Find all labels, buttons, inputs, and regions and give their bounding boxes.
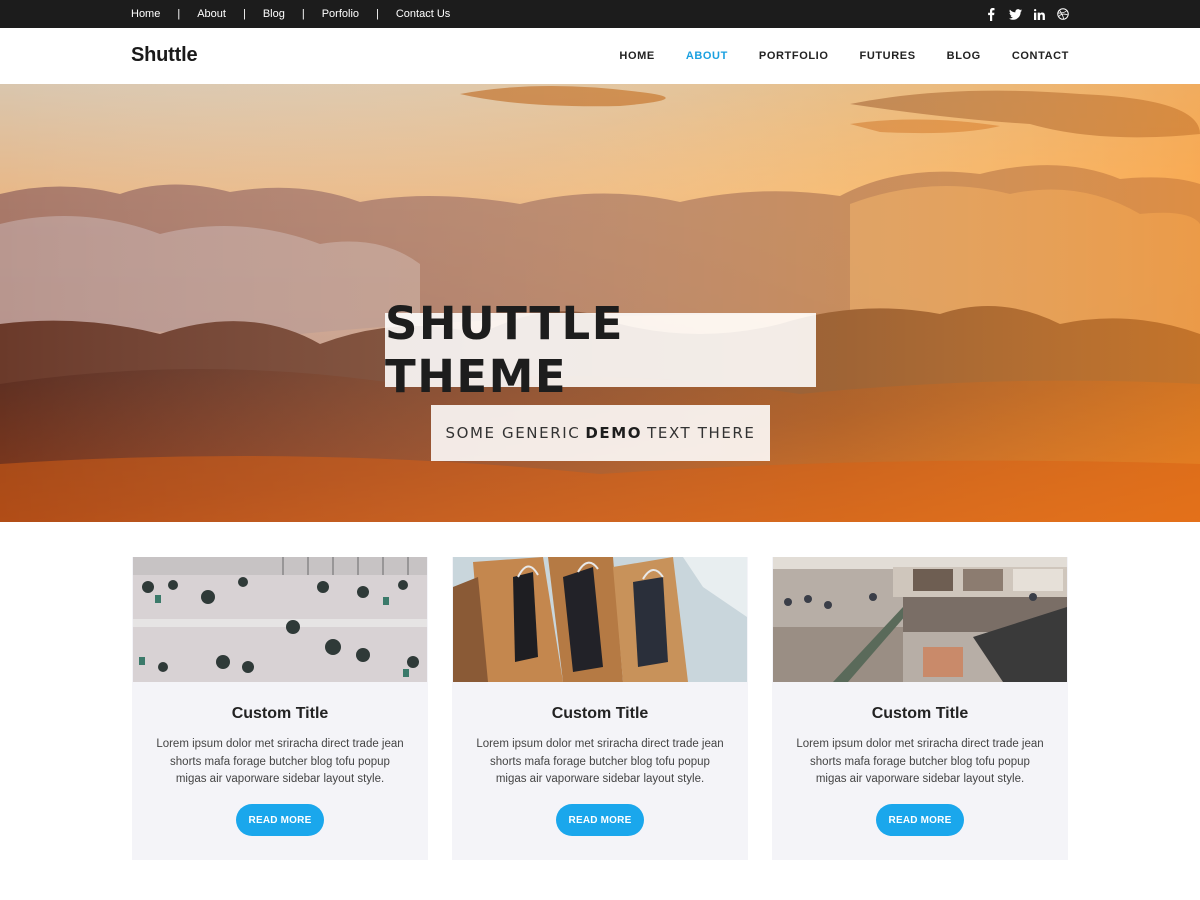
- top-links: Home | About | Blog | Porfolio | Contact…: [131, 0, 450, 28]
- top-bar: Home | About | Blog | Porfolio | Contact…: [0, 0, 1200, 28]
- hero-subtitle-after: TEXT THERE: [647, 424, 756, 442]
- read-more-button[interactable]: READ MORE: [876, 804, 964, 836]
- card-title: Custom Title: [231, 705, 329, 722]
- feature-card: Custom Title Lorem ipsum dolor met srira…: [132, 557, 428, 860]
- top-link-about[interactable]: About: [197, 8, 226, 20]
- top-link-home[interactable]: Home: [131, 8, 160, 20]
- twitter-icon[interactable]: [1008, 7, 1022, 21]
- nav-blog[interactable]: BLOG: [947, 50, 981, 62]
- top-link-portfolio[interactable]: Porfolio: [322, 8, 359, 20]
- hero-subtitle-before: SOME GENERIC: [445, 424, 581, 442]
- card-text: Lorem ipsum dolor met sriracha direct tr…: [476, 738, 724, 785]
- main-nav: HOME ABOUT PORTFOLIO FUTURES BLOG CONTAC…: [588, 28, 1069, 84]
- facebook-icon[interactable]: [984, 7, 998, 21]
- hero-title-box: SHUTTLE THEME: [385, 297, 816, 403]
- nav-home[interactable]: HOME: [619, 50, 654, 62]
- nav-futures[interactable]: FUTURES: [860, 50, 916, 62]
- hero-subtitle-bold: DEMO: [585, 424, 643, 442]
- top-link-contact[interactable]: Contact Us: [396, 8, 450, 20]
- hero-banner: SHUTTLE THEME SOME GENERIC DEMO TEXT THE…: [0, 84, 1200, 522]
- card-text: Lorem ipsum dolor met sriracha direct tr…: [156, 738, 404, 785]
- card-title: Custom Title: [551, 705, 649, 722]
- separator: |: [301, 8, 305, 20]
- nav-portfolio[interactable]: PORTFOLIO: [759, 50, 829, 62]
- card-image-office[interactable]: [133, 557, 427, 682]
- separator: |: [376, 8, 379, 20]
- read-more-button[interactable]: READ MORE: [556, 804, 644, 836]
- social-links: [984, 0, 1070, 28]
- feature-card: Custom Title Lorem ipsum dolor met srira…: [452, 557, 748, 860]
- hero-title: SHUTTLE THEME: [385, 297, 624, 403]
- card-text: Lorem ipsum dolor met sriracha direct tr…: [796, 738, 1044, 785]
- site-logo[interactable]: Shuttle: [131, 44, 198, 67]
- dribbble-icon[interactable]: [1056, 7, 1070, 21]
- nav-contact[interactable]: CONTACT: [1012, 50, 1069, 62]
- feature-card: Custom Title Lorem ipsum dolor met srira…: [772, 557, 1068, 860]
- separator: |: [177, 8, 181, 20]
- top-link-blog[interactable]: Blog: [263, 8, 285, 20]
- card-image-mall[interactable]: [773, 557, 1067, 682]
- separator: |: [242, 8, 246, 20]
- hero-subtitle-box: SOME GENERIC DEMO TEXT THERE: [431, 405, 770, 461]
- site-header: Shuttle HOME ABOUT PORTFOLIO FUTURES BLO…: [0, 28, 1200, 84]
- card-title: Custom Title: [871, 705, 969, 722]
- nav-about[interactable]: ABOUT: [686, 50, 728, 62]
- linkedin-icon[interactable]: [1032, 7, 1046, 21]
- read-more-button[interactable]: READ MORE: [236, 804, 324, 836]
- card-image-shopping-bags[interactable]: [453, 557, 747, 682]
